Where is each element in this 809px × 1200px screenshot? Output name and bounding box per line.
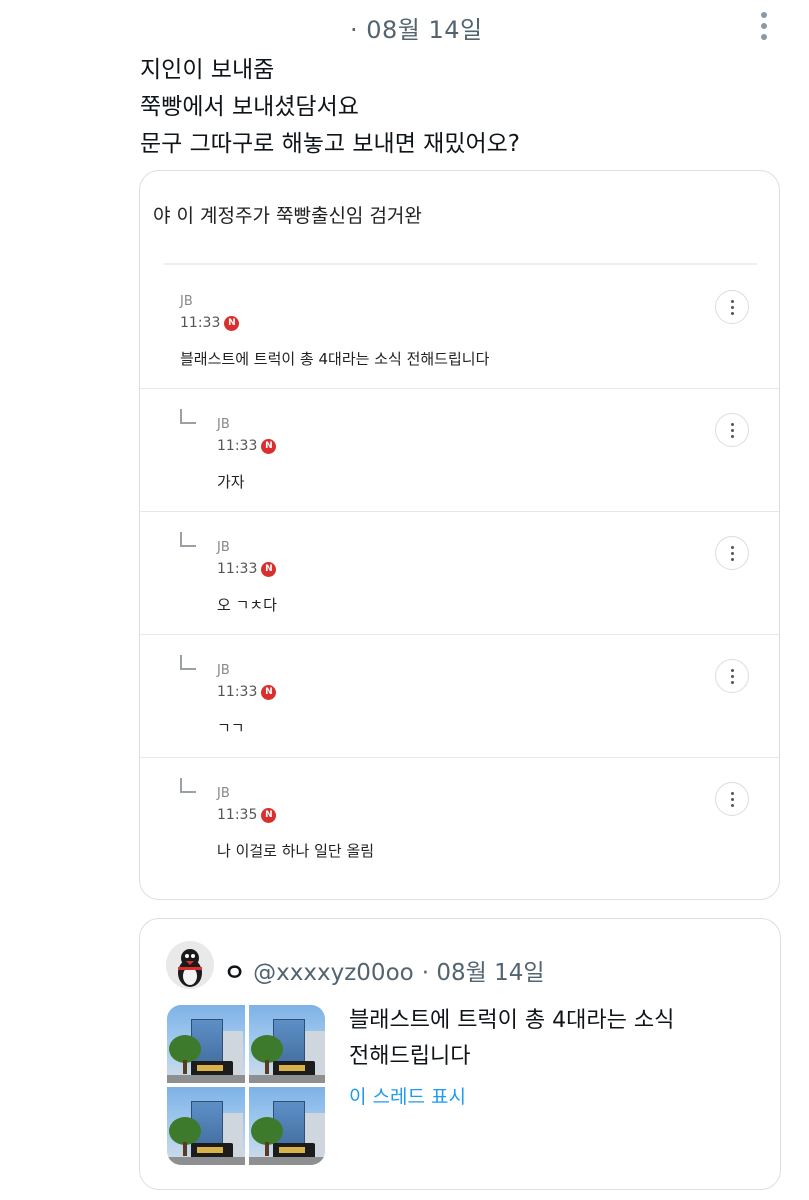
- comment-author: JB: [217, 786, 230, 801]
- comment-text: 나 이걸로 하나 일단 올림: [217, 842, 375, 860]
- comment-time: 11:35 N: [217, 807, 277, 823]
- photo-thumbnail[interactable]: [249, 1087, 325, 1165]
- comment-more-icon[interactable]: [715, 413, 749, 447]
- comment-more-icon[interactable]: [715, 536, 749, 570]
- image-grid[interactable]: [167, 1005, 325, 1165]
- photo-thumbnail[interactable]: [167, 1005, 245, 1083]
- photo-thumbnail[interactable]: [249, 1005, 325, 1083]
- comment-time: 11:33 N: [217, 684, 277, 700]
- photo-thumbnail[interactable]: [167, 1087, 245, 1165]
- new-badge: N: [261, 684, 277, 700]
- post-text: 지인이 보내줌 쭉빵에서 보내셨담서요 문구 그따구로 해놓고 보내면 재밌어오…: [140, 57, 521, 157]
- comment-reply-item: JB 11:33 N ㄱㄱ: [140, 635, 779, 758]
- divider: [164, 263, 757, 265]
- comment-text: ㄱㄱ: [217, 719, 245, 737]
- new-badge: N: [261, 807, 277, 823]
- more-options-icon[interactable]: [758, 12, 770, 44]
- new-badge: N: [261, 561, 277, 577]
- reply-arrow-icon: [180, 778, 196, 793]
- comment-author: JB: [217, 417, 230, 432]
- comment-author: JB: [217, 663, 230, 678]
- comment-item: JB 11:33 N 블래스트에 트럭이 총 4대라는 소식 전해드립니다: [140, 266, 779, 389]
- comment-time: 11:33 N: [217, 438, 277, 454]
- new-badge: N: [261, 438, 277, 454]
- avatar[interactable]: [166, 941, 214, 989]
- embed-user-line: ㅇ @xxxxyz00oo · 08월 14일: [224, 953, 545, 987]
- comment-more-icon[interactable]: [715, 659, 749, 693]
- embedded-post-card[interactable]: ㅇ @xxxxyz00oo · 08월 14일 블래스트에 트럭이 총 4대라는…: [139, 918, 781, 1190]
- reply-arrow-icon: [180, 532, 196, 547]
- comment-author: JB: [180, 294, 193, 309]
- post-date: · 08월 14일: [350, 16, 483, 44]
- comment-author: JB: [217, 540, 230, 555]
- show-thread-link[interactable]: 이 스레드 표시: [349, 1082, 466, 1109]
- comment-reply-item: JB 11:35 N 나 이걸로 하나 일단 올림: [140, 758, 779, 881]
- new-badge: N: [224, 315, 240, 331]
- reply-arrow-icon: [180, 409, 196, 424]
- quoted-screenshot-card: 야 이 계정주가 쭉빵출신임 검거완 JB 11:33 N 블래스트에 트럭이 총…: [139, 170, 780, 900]
- embed-date: · 08월 14일: [421, 960, 545, 986]
- comment-text: 오 ㄱㅊ다: [217, 596, 277, 614]
- comment-time: 11:33 N: [180, 315, 240, 331]
- penguin-avatar-icon: [166, 941, 214, 989]
- comment-more-icon[interactable]: [715, 290, 749, 324]
- comment-reply-item: JB 11:33 N 가자: [140, 389, 779, 512]
- user-handle[interactable]: @xxxxyz00oo: [253, 960, 414, 986]
- comment-more-icon[interactable]: [715, 782, 749, 816]
- reply-arrow-icon: [180, 655, 196, 670]
- comment-reply-item: JB 11:33 N 오 ㄱㅊ다: [140, 512, 779, 635]
- comment-text: 블래스트에 트럭이 총 4대라는 소식 전해드립니다: [180, 350, 490, 368]
- embed-text: 블래스트에 트럭이 총 4대라는 소식 전해드립니다: [349, 1008, 675, 1069]
- quoted-title: 야 이 계정주가 쭉빵출신임 검거완: [153, 205, 422, 227]
- comment-text: 가자: [217, 473, 245, 491]
- comment-time: 11:33 N: [217, 561, 277, 577]
- display-name[interactable]: ㅇ: [224, 953, 245, 987]
